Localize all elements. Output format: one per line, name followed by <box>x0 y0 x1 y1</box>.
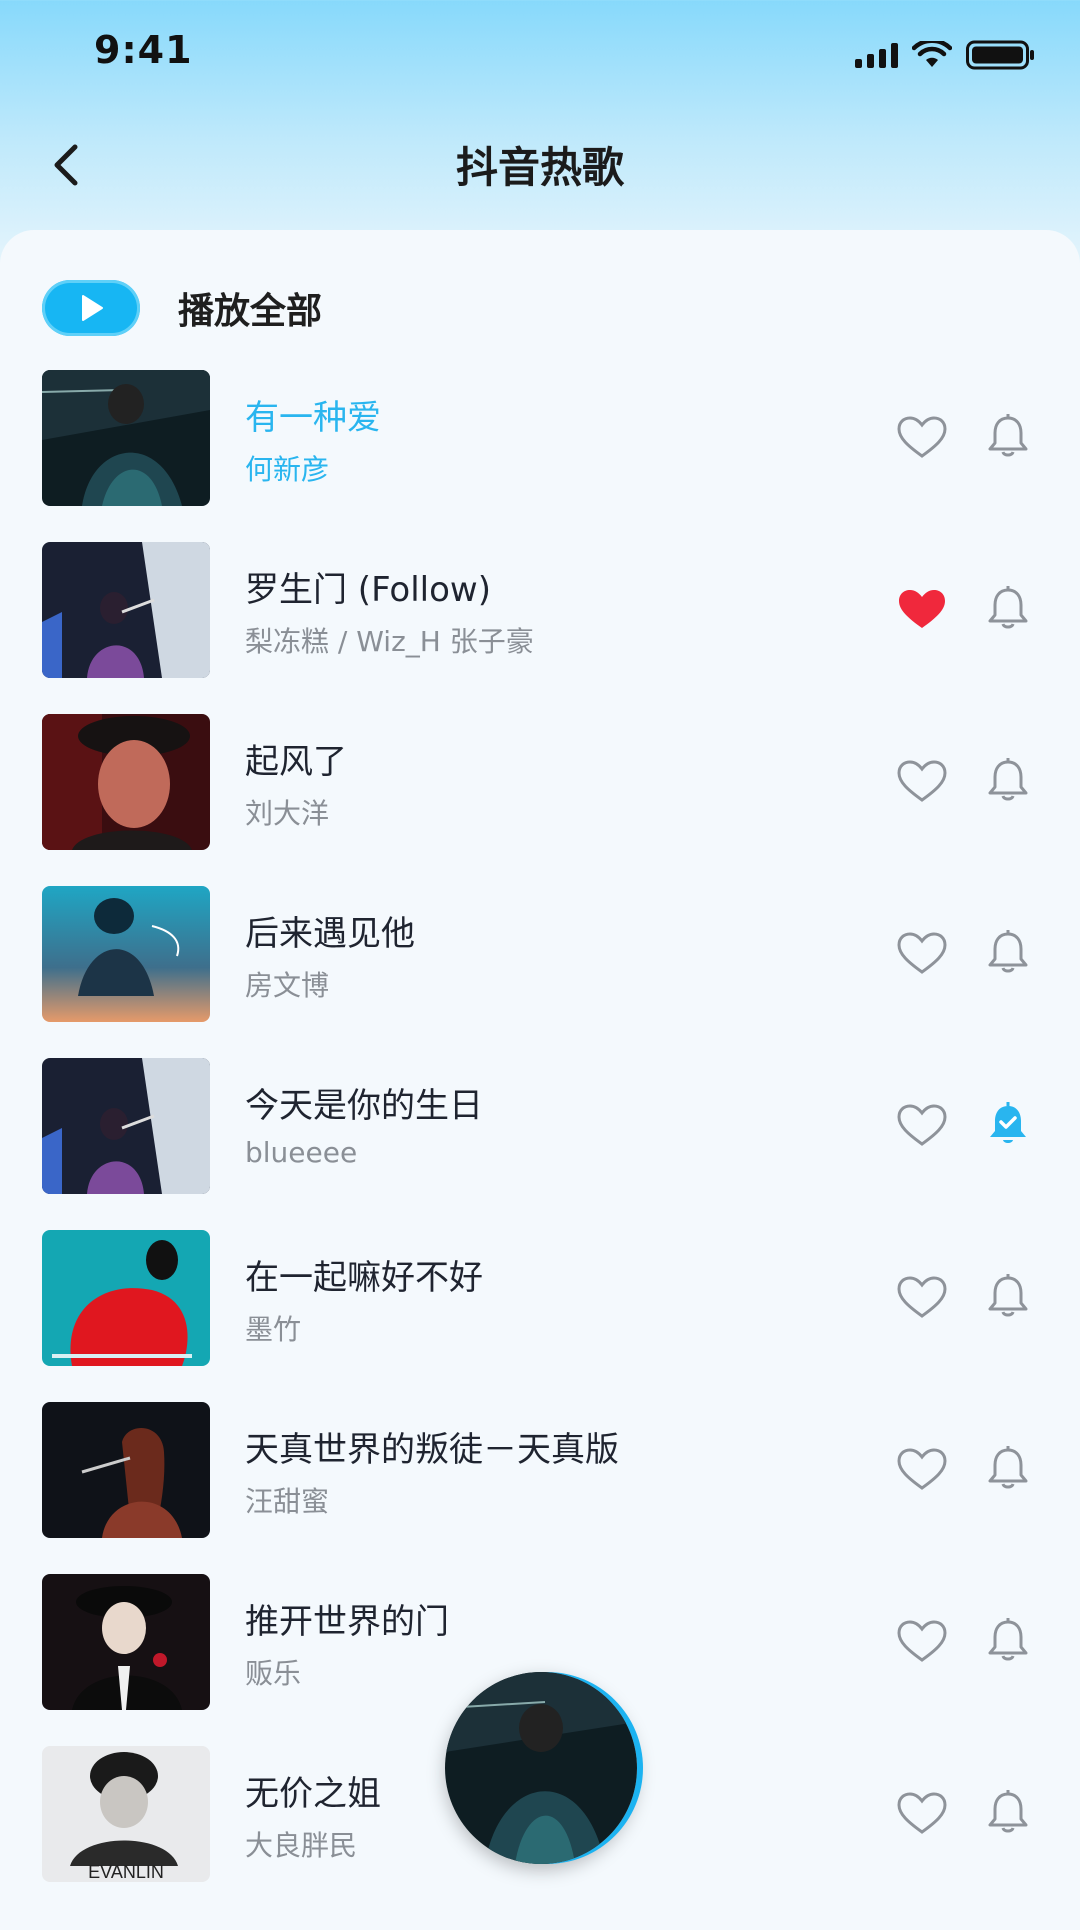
album-cover <box>42 1058 210 1194</box>
subscribe-button[interactable] <box>984 1100 1032 1148</box>
song-artist: 汪甜蜜 <box>245 1485 330 1518</box>
song-title: 起风了 <box>245 742 347 782</box>
album-cover <box>42 1230 210 1366</box>
song-title: 推开世界的门 <box>245 1602 449 1642</box>
like-button[interactable] <box>896 1620 948 1664</box>
heart-outline-icon <box>897 1792 947 1834</box>
song-title: 有一种爱 <box>245 398 381 438</box>
heart-outline-icon <box>897 1620 947 1662</box>
heart-filled-icon <box>899 590 945 628</box>
like-button[interactable] <box>896 416 948 460</box>
subscribe-button[interactable] <box>984 584 1032 632</box>
like-button[interactable] <box>896 932 948 976</box>
album-cover <box>42 370 210 506</box>
heart-outline-icon <box>897 416 947 458</box>
list-item[interactable]: 今天是你的生日 blueeee <box>0 1058 1080 1230</box>
play-icon <box>42 280 140 336</box>
song-artist: 大良胖民 <box>245 1829 358 1862</box>
subscribe-button[interactable] <box>984 1444 1032 1492</box>
song-artist: 房文博 <box>245 969 330 1002</box>
heart-outline-icon <box>897 1448 947 1490</box>
wifi-icon <box>912 41 952 69</box>
song-artist: 何新彦 <box>245 453 330 486</box>
subscribe-button[interactable] <box>984 1788 1032 1836</box>
like-button[interactable] <box>896 1448 948 1492</box>
cover-text: EVANLIN <box>88 1862 164 1882</box>
list-item[interactable]: 罗生门 (Follow) 梨冻糕 / Wiz_H 张子豪 <box>0 542 1080 714</box>
bell-icon <box>988 1790 1028 1833</box>
bell-check-icon <box>990 1102 1026 1143</box>
album-cover <box>42 1574 210 1710</box>
song-artist: 贩乐 <box>245 1657 302 1690</box>
list-item[interactable]: 后来遇见他 房文博 <box>0 886 1080 1058</box>
like-button[interactable] <box>896 1276 948 1320</box>
song-title: 天真世界的叛徒－天真版 <box>245 1430 619 1470</box>
list-item[interactable]: 天真世界的叛徒－天真版 汪甜蜜 <box>0 1402 1080 1574</box>
bell-icon <box>988 1618 1028 1661</box>
bell-icon <box>988 758 1028 801</box>
play-all-button[interactable]: 播放全部 <box>42 278 322 338</box>
song-title: 无价之姐 <box>245 1774 381 1814</box>
album-cover <box>42 542 210 678</box>
song-artist: 墨竹 <box>245 1313 302 1346</box>
header: 抖音热歌 <box>0 110 1080 230</box>
album-cover <box>42 886 210 1022</box>
list-item[interactable]: 起风了 刘大洋 <box>0 714 1080 886</box>
bell-icon <box>988 1446 1028 1489</box>
status-bar: 9:41 <box>0 0 1080 110</box>
heart-outline-icon <box>897 1104 947 1146</box>
heart-outline-icon <box>897 760 947 802</box>
song-title: 后来遇见他 <box>245 914 415 954</box>
subscribe-button[interactable] <box>984 1272 1032 1320</box>
status-time: 9:41 <box>94 28 193 72</box>
heart-outline-icon <box>897 1276 947 1318</box>
like-button[interactable] <box>896 760 948 804</box>
album-cover: EVANLIN <box>42 1746 210 1882</box>
like-button[interactable] <box>896 588 948 632</box>
album-cover <box>42 1402 210 1538</box>
album-cover <box>42 714 210 850</box>
like-button[interactable] <box>896 1104 948 1148</box>
song-title: 罗生门 (Follow) <box>245 570 491 610</box>
like-button[interactable] <box>896 1792 948 1836</box>
heart-outline-icon <box>897 932 947 974</box>
signal-icon <box>855 42 898 68</box>
page-title: 抖音热歌 <box>455 143 624 192</box>
song-artist: 刘大洋 <box>245 797 330 830</box>
song-title: 今天是你的生日 <box>245 1086 483 1126</box>
mini-player-disc[interactable] <box>445 1672 637 1864</box>
list-item[interactable]: 有一种爱 何新彦 <box>0 370 1080 542</box>
subscribe-button[interactable] <box>984 928 1032 976</box>
play-all-label: 播放全部 <box>178 291 323 332</box>
battery-icon <box>966 40 1036 70</box>
song-artist: blueeee <box>245 1136 358 1169</box>
bell-icon <box>988 586 1028 629</box>
status-icons <box>855 40 1036 70</box>
bell-icon <box>988 414 1028 457</box>
song-title: 在一起嘛好不好 <box>245 1258 483 1298</box>
list-item[interactable]: 在一起嘛好不好 墨竹 <box>0 1230 1080 1402</box>
album-cover <box>445 1672 637 1864</box>
subscribe-button[interactable] <box>984 412 1032 460</box>
bell-icon <box>988 930 1028 973</box>
bell-icon <box>988 1274 1028 1317</box>
subscribe-button[interactable] <box>984 756 1032 804</box>
subscribe-button[interactable] <box>984 1616 1032 1664</box>
song-artist: 梨冻糕 / Wiz_H 张子豪 <box>245 625 534 658</box>
